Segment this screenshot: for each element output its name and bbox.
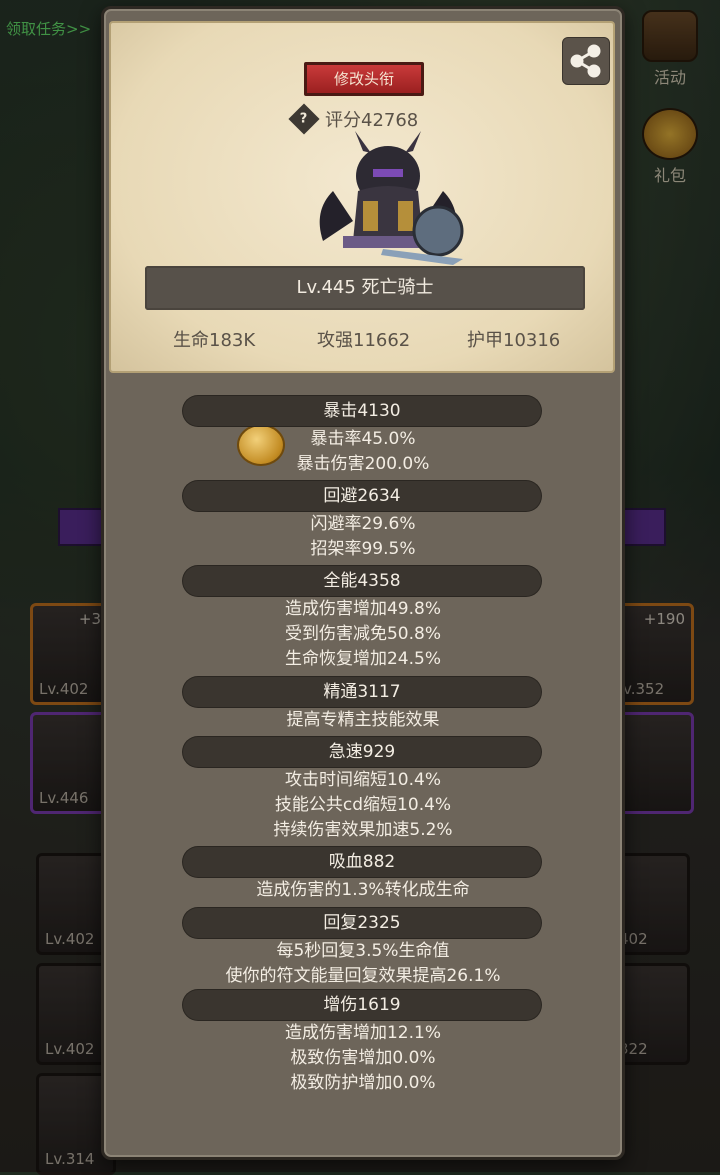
stat-line: 技能公共cd缩短10.4% (274, 795, 452, 815)
attack-stat: 攻强11662 (317, 330, 411, 351)
help-icon[interactable]: ? (288, 103, 320, 135)
stat-line: 受到伤害减免50.8% (284, 624, 441, 644)
stat-category-mastery: 精通3117 (183, 677, 541, 707)
stat-line: 生命恢复增加24.5% (284, 649, 441, 669)
stat-category-versatility: 全能4358 (183, 566, 541, 596)
rename-title-button[interactable]: 修改头衔 (304, 62, 424, 96)
stat-line: 闪避率29.6% (310, 514, 416, 534)
stat-line: 极致伤害增加0.0% (290, 1048, 436, 1068)
share-icon (570, 44, 601, 78)
base-stats-row: 生命183K 攻强11662 护甲10316 (111, 326, 613, 354)
stat-line: 造成伤害的1.3%转化成生命 (256, 880, 470, 900)
stat-category-regen: 回复2325 (183, 908, 541, 938)
score-row: ? 评分42768 (288, 103, 419, 135)
stat-line: 造成伤害增加12.1% (284, 1023, 441, 1043)
stat-category-damage-bonus: 增伤1619 (183, 990, 541, 1020)
stat-line: 使你的符文能量回复效果提高26.1% (225, 966, 501, 986)
stat-line: 持续伤害效果加速5.2% (273, 820, 453, 840)
stat-category-lifesteal: 吸血882 (183, 847, 541, 877)
stat-category-haste: 急速929 (183, 737, 541, 767)
death-knight-portrait (319, 131, 464, 265)
stat-line: 暴击率45.0% (310, 429, 416, 449)
stat-line: 提高专精主技能效果 (286, 710, 440, 730)
stat-line: 极致防护增加0.0% (290, 1073, 436, 1093)
hero-name-bar: Lv.445 死亡骑士 (145, 266, 585, 310)
stat-category-avoidance: 回避2634 (183, 481, 541, 511)
share-button[interactable] (562, 37, 610, 85)
stat-line: 每5秒回复3.5%生命值 (276, 941, 450, 961)
stat-line: 造成伤害增加49.8% (284, 599, 441, 619)
armor-stat: 护甲10316 (467, 330, 561, 351)
stat-line: 攻击时间缩短10.4% (284, 770, 441, 790)
stat-category-crit: 暴击4130 (183, 396, 541, 426)
stat-line: 招架率99.5% (310, 539, 416, 559)
hero-attributes-panel: 修改头衔 ? 评分42768 Lv.445 死亡骑士 生命183K 攻强1166… (101, 6, 625, 1160)
hp-stat: 生命183K (173, 330, 256, 351)
score-text: 评分42768 (325, 110, 419, 131)
stat-line: 暴击伤害200.0% (296, 454, 430, 474)
hero-info-card: 修改头衔 ? 评分42768 Lv.445 死亡骑士 生命183K 攻强1166… (109, 21, 615, 373)
